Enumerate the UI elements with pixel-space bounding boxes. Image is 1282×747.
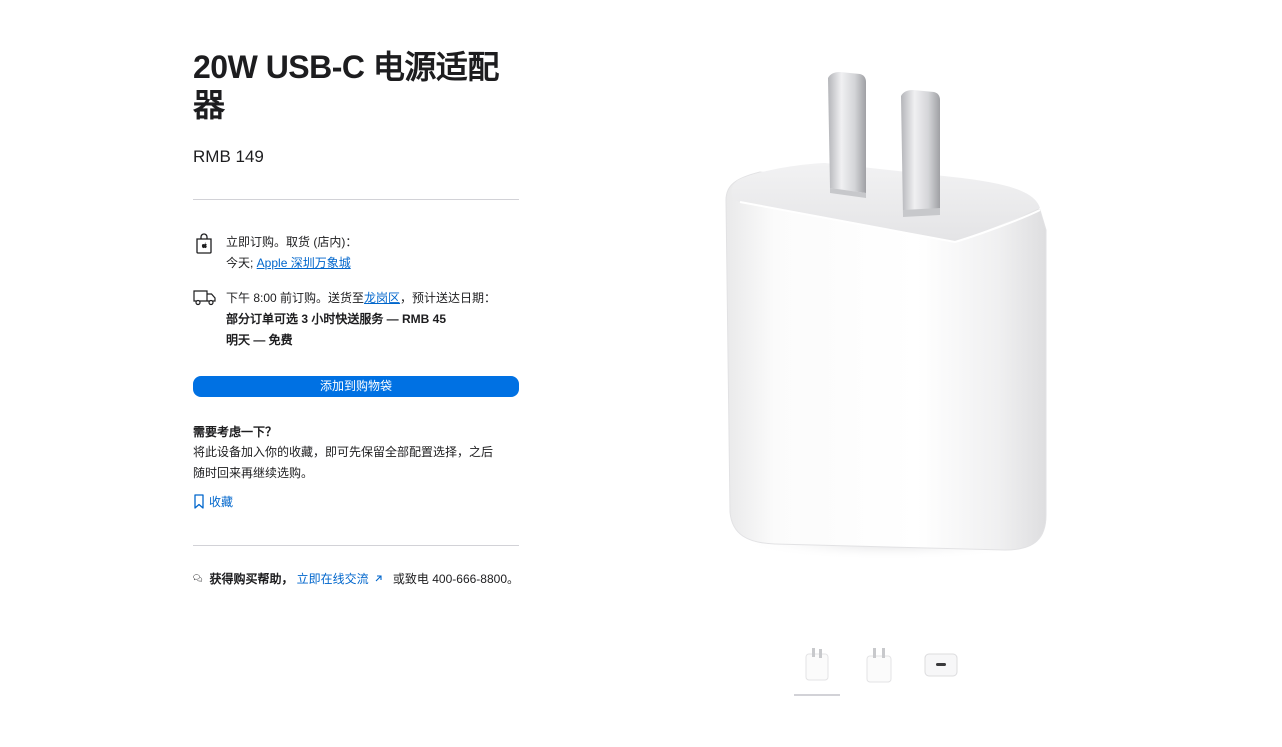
- apple-bag-icon: [193, 232, 217, 256]
- selected-thumbnail-indicator: [794, 694, 840, 696]
- product-hero-image: [700, 60, 1070, 580]
- consider-body: 将此设备加入你的收藏，即可先保留全部配置选择，之后随时回来再继续选购。: [193, 445, 494, 480]
- thumbnail-usb-c-port[interactable]: [917, 644, 965, 688]
- chat-bubbles-icon: [193, 574, 203, 583]
- pickup-order-text: 立即订购。取货 (店内)：: [226, 235, 358, 249]
- delivery-eta-label: ，预计送达日期：: [400, 291, 497, 305]
- thumbnail-front[interactable]: [793, 644, 841, 688]
- help-phone-text: 或致电 400-666-8800。: [392, 571, 519, 586]
- pickup-today-text: 今天;: [226, 256, 257, 270]
- consider-heading: 需要考虑一下？: [193, 425, 278, 439]
- product-title: 20W USB-C 电源适配器: [193, 49, 499, 123]
- save-label: 收藏: [209, 495, 234, 509]
- thumbnail-back[interactable]: [855, 644, 903, 688]
- arrow-up-right-icon: [375, 574, 382, 581]
- divider: [193, 199, 519, 200]
- delivery-area-link[interactable]: 龙岗区: [364, 291, 400, 305]
- save-for-later-section: 需要考虑一下？ 将此设备加入你的收藏，即可先保留全部配置选择，之后随时回来再继续…: [193, 424, 519, 510]
- delivery-free-option: 明天 — 免费: [226, 333, 293, 347]
- product-purchase-panel: 20W USB-C 电源适配器 RMB 149 立即订购。取货 (店内)： 今天…: [193, 48, 519, 588]
- product-price: RMB 149: [193, 147, 264, 166]
- divider: [193, 545, 519, 546]
- delivery-cutoff-text: 下午 8:00 前订购。送货至: [226, 291, 365, 305]
- purchase-help: 获得购买帮助， 立即在线交流 或致电 400-666-8800。: [193, 568, 519, 588]
- help-label: 获得购买帮助，: [209, 571, 294, 586]
- add-to-bag-button[interactable]: 添加到购物袋: [193, 376, 519, 397]
- gallery-thumbnails: [793, 644, 973, 700]
- chat-now-label: 立即在线交流: [296, 571, 369, 586]
- chat-now-link[interactable]: 立即在线交流: [297, 570, 390, 587]
- pickup-info: 立即订购。取货 (店内)： 今天; Apple 深圳万象城: [193, 232, 519, 274]
- delivery-express-option: 部分订单可选 3 小时快送服务 — RMB 45: [226, 312, 447, 326]
- store-link[interactable]: Apple 深圳万象城: [257, 256, 351, 270]
- save-to-favorites-link[interactable]: 收藏: [193, 493, 519, 510]
- delivery-info: 下午 8:00 前订购。送货至龙岗区，预计送达日期： 部分订单可选 3 小时快送…: [193, 288, 519, 351]
- truck-icon: [193, 288, 217, 312]
- bookmark-icon: [194, 494, 204, 509]
